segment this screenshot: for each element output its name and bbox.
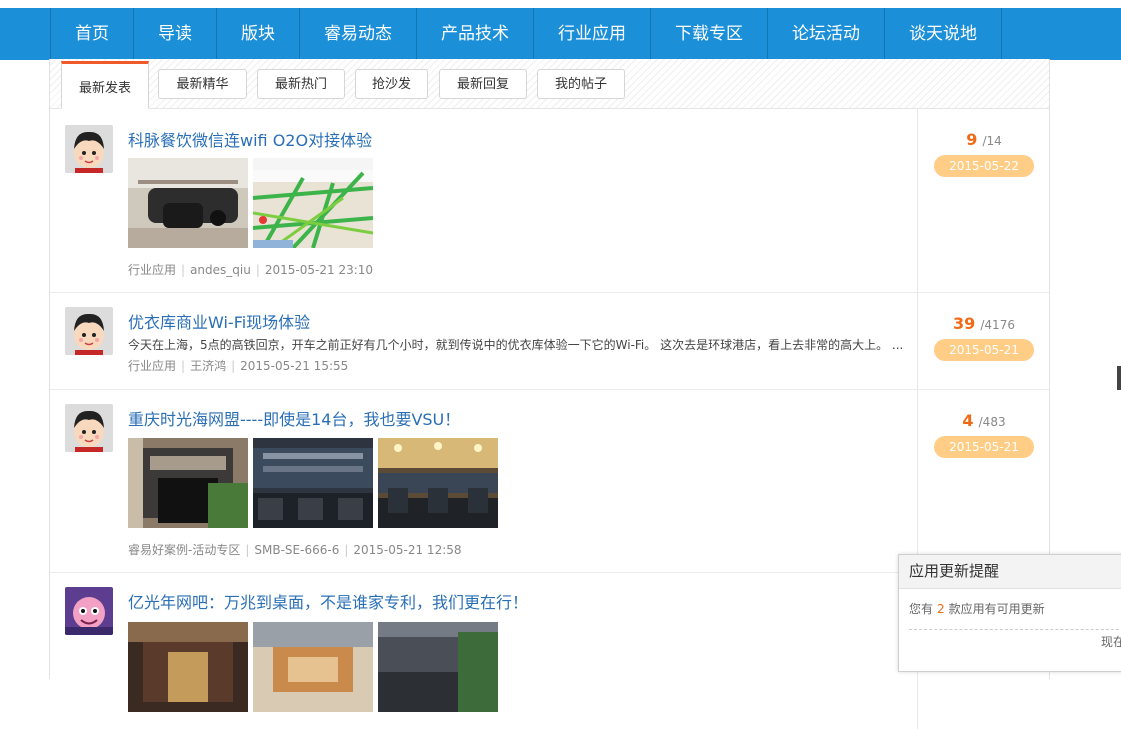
thread-image[interactable] xyxy=(253,158,373,248)
nav-home[interactable]: 首页 xyxy=(50,8,134,60)
reply-count: 9 xyxy=(966,130,978,149)
tab-latest[interactable]: 最新发表 xyxy=(61,61,149,109)
tab-bar: 最新发表 最新精华 最新热门 抢沙发 最新回复 我的帖子 xyxy=(50,59,1049,109)
popup-message: 您有 2 款应用有可用更新 xyxy=(899,589,1121,617)
thread-time: 2015-05-21 12:58 xyxy=(353,543,462,557)
thread-meta: 行业应用 | andes_qiu | 2015-05-21 23:10 xyxy=(128,263,374,277)
thread-image[interactable] xyxy=(378,622,498,712)
thread-stats: 9 /14 2015-05-22 xyxy=(934,130,1034,177)
thread-title[interactable]: 优衣库商业Wi-Fi现场体验 xyxy=(128,309,310,333)
scrollbar-thumb[interactable] xyxy=(1117,366,1121,390)
update-count: 2 xyxy=(937,602,945,616)
nav-downloads[interactable]: 下载专区 xyxy=(651,8,768,60)
date-badge: 2015-05-21 xyxy=(934,339,1034,361)
tab-featured[interactable]: 最新精华 xyxy=(158,69,247,99)
popup-title: 应用更新提醒 xyxy=(899,555,1121,589)
avatar[interactable] xyxy=(65,125,113,173)
thread-forum-link[interactable]: 睿易好案例-活动专区 xyxy=(128,543,240,557)
tab-my-posts[interactable]: 我的帖子 xyxy=(537,69,625,99)
view-count: /483 xyxy=(978,415,1006,429)
thread-author[interactable]: andes_qiu xyxy=(190,263,251,277)
thread-forum-link[interactable]: 行业应用 xyxy=(128,359,176,373)
date-badge: 2015-05-21 xyxy=(934,436,1034,458)
thread-stats: 4 /483 2015-05-21 xyxy=(934,411,1034,458)
thread-title[interactable]: 重庆时光海网盟----即使是14台，我也要VSU！ xyxy=(128,406,460,430)
tab-hot[interactable]: 最新热门 xyxy=(257,69,345,99)
nav-guide[interactable]: 导读 xyxy=(134,8,217,60)
reply-count: 39 xyxy=(953,314,976,333)
popup-message-suffix: 款应用有可用更新 xyxy=(948,602,1045,616)
thread-title[interactable]: 亿光年网吧：万兆到桌面，不是谁家专利，我们更在行！ xyxy=(128,589,528,613)
nav-industry[interactable]: 行业应用 xyxy=(534,8,651,60)
thread-image[interactable] xyxy=(378,438,498,528)
thread-image[interactable] xyxy=(128,158,248,248)
thread-time: 2015-05-21 23:10 xyxy=(264,263,374,277)
nav-events[interactable]: 论坛活动 xyxy=(768,8,885,60)
view-count: /14 xyxy=(982,134,1002,148)
view-count: /4176 xyxy=(980,318,1015,332)
nav-boards[interactable]: 版块 xyxy=(217,8,300,60)
thread-meta: 行业应用 | 王济鸿 | 2015-05-21 15:55 xyxy=(128,359,349,373)
nav-news[interactable]: 睿易动态 xyxy=(300,8,417,60)
thread-title[interactable]: 科脉餐饮微信连wifi O2O对接体验 xyxy=(128,127,372,151)
thread-author[interactable]: SMB-SE-666-6 xyxy=(254,543,339,557)
thread-image[interactable] xyxy=(128,622,248,712)
tab-first-reply[interactable]: 抢沙发 xyxy=(355,69,428,99)
thread-row: 优衣库商业Wi-Fi现场体验 今天在上海，5点的高铁回京，开车之前正好有几个小时… xyxy=(50,292,1049,390)
thread-row: 重庆时光海网盟----即使是14台，我也要VSU！ 睿易好案例-活动专区 | SMB… xyxy=(50,389,1049,573)
thread-image[interactable] xyxy=(253,622,373,712)
avatar[interactable] xyxy=(65,307,113,355)
reply-count: 4 xyxy=(962,411,974,430)
nav-products[interactable]: 产品技术 xyxy=(417,8,534,60)
thread-image[interactable] xyxy=(128,438,248,528)
avatar[interactable] xyxy=(65,587,113,635)
update-now-button[interactable]: 现在 xyxy=(1101,633,1121,650)
thread-author[interactable]: 王济鸿 xyxy=(190,359,226,373)
thread-meta: 睿易好案例-活动专区 | SMB-SE-666-6 | 2015-05-21 12:58 xyxy=(128,543,462,557)
thread-image[interactable] xyxy=(253,438,373,528)
date-badge: 2015-05-22 xyxy=(934,155,1034,177)
main-nav: 首页 导读 版块 睿易动态 产品技术 行业应用 下载专区 论坛活动 谈天说地 xyxy=(50,8,1002,60)
thread-row: 科脉餐饮微信连wifi O2O对接体验 行业应用 | andes_qiu | 2015-… xyxy=(50,108,1049,293)
avatar[interactable] xyxy=(65,404,113,452)
thread-forum-link[interactable]: 行业应用 xyxy=(128,263,176,277)
popup-divider xyxy=(909,629,1121,630)
thread-time: 2015-05-21 15:55 xyxy=(240,359,349,373)
popup-message-prefix: 您有 xyxy=(909,602,934,616)
thread-excerpt: 今天在上海，5点的高铁回京，开车之前正好有几个小时，就到传说中的优衣库体验一下它… xyxy=(128,338,904,352)
tab-latest-reply[interactable]: 最新回复 xyxy=(439,69,527,99)
app-update-popup: 应用更新提醒 您有 2 款应用有可用更新 现在 xyxy=(898,554,1121,672)
nav-chat[interactable]: 谈天说地 xyxy=(885,8,1002,60)
thread-stats: 39 /4176 2015-05-21 xyxy=(934,314,1034,361)
